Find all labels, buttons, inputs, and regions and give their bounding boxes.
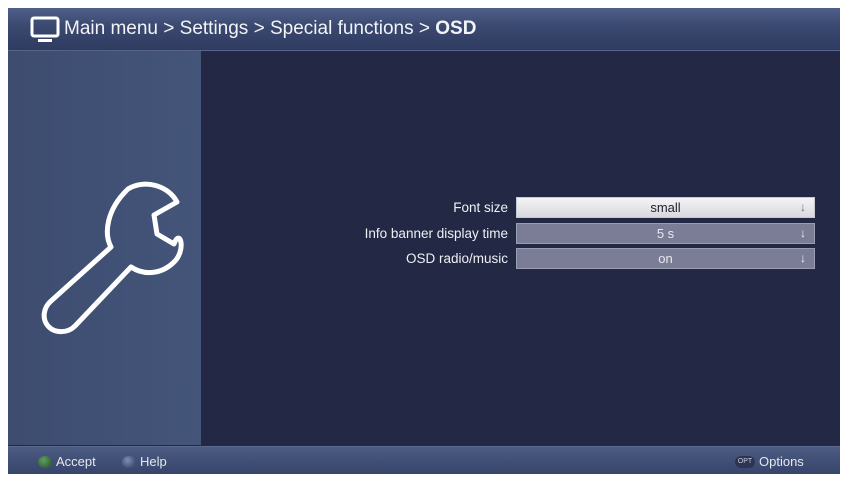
breadcrumb-separator: >: [248, 18, 270, 39]
help-label: Help: [140, 454, 167, 469]
osd-radio-music-label: OSD radio/music: [405, 251, 508, 266]
dropdown-arrow-icon: ↓: [800, 251, 806, 265]
wrench-icon: [41, 181, 184, 335]
osd-radio-music-select[interactable]: on ↓: [516, 248, 815, 269]
side-panel: [8, 51, 201, 445]
font-size-value: small: [650, 200, 681, 215]
breadcrumb: Main menu > Settings > Special functions…: [64, 18, 476, 40]
info-banner-time-row: Info banner display time: [205, 224, 508, 244]
tv-icon: [30, 16, 60, 42]
footer-bar: Accept Help OPT Options: [8, 446, 840, 474]
header-bar: Main menu > Settings > Special functions…: [8, 8, 840, 51]
accept-label: Accept: [56, 454, 96, 469]
info-banner-time-select[interactable]: 5 s ↓: [516, 223, 815, 244]
font-size-row: Font size: [205, 198, 508, 218]
breadcrumb-osd: OSD: [435, 18, 477, 39]
info-banner-time-label: Info banner display time: [364, 226, 508, 241]
dropdown-arrow-icon: ↓: [800, 226, 806, 240]
osd-radio-music-value: on: [658, 251, 673, 266]
info-banner-time-value: 5 s: [656, 226, 675, 241]
osd-radio-music-row: OSD radio/music: [205, 249, 508, 269]
dropdown-arrow-icon: ↓: [800, 200, 806, 214]
breadcrumb-special-functions: Special functions: [269, 18, 414, 39]
blue-key-icon: [122, 456, 136, 468]
osd-settings-screen: Main menu > Settings > Special functions…: [8, 8, 840, 474]
breadcrumb-separator: >: [413, 18, 436, 39]
green-key-icon: [38, 456, 52, 468]
opt-key-icon: OPT: [735, 456, 755, 468]
options-label: Options: [759, 454, 804, 469]
breadcrumb-main-menu: Main menu: [64, 18, 158, 39]
breadcrumb-separator: >: [158, 18, 180, 39]
font-size-select[interactable]: small ↓: [516, 197, 815, 218]
font-size-label: Font size: [453, 200, 508, 215]
breadcrumb-settings: Settings: [179, 18, 249, 39]
options-button[interactable]: OPT Options: [735, 454, 825, 470]
